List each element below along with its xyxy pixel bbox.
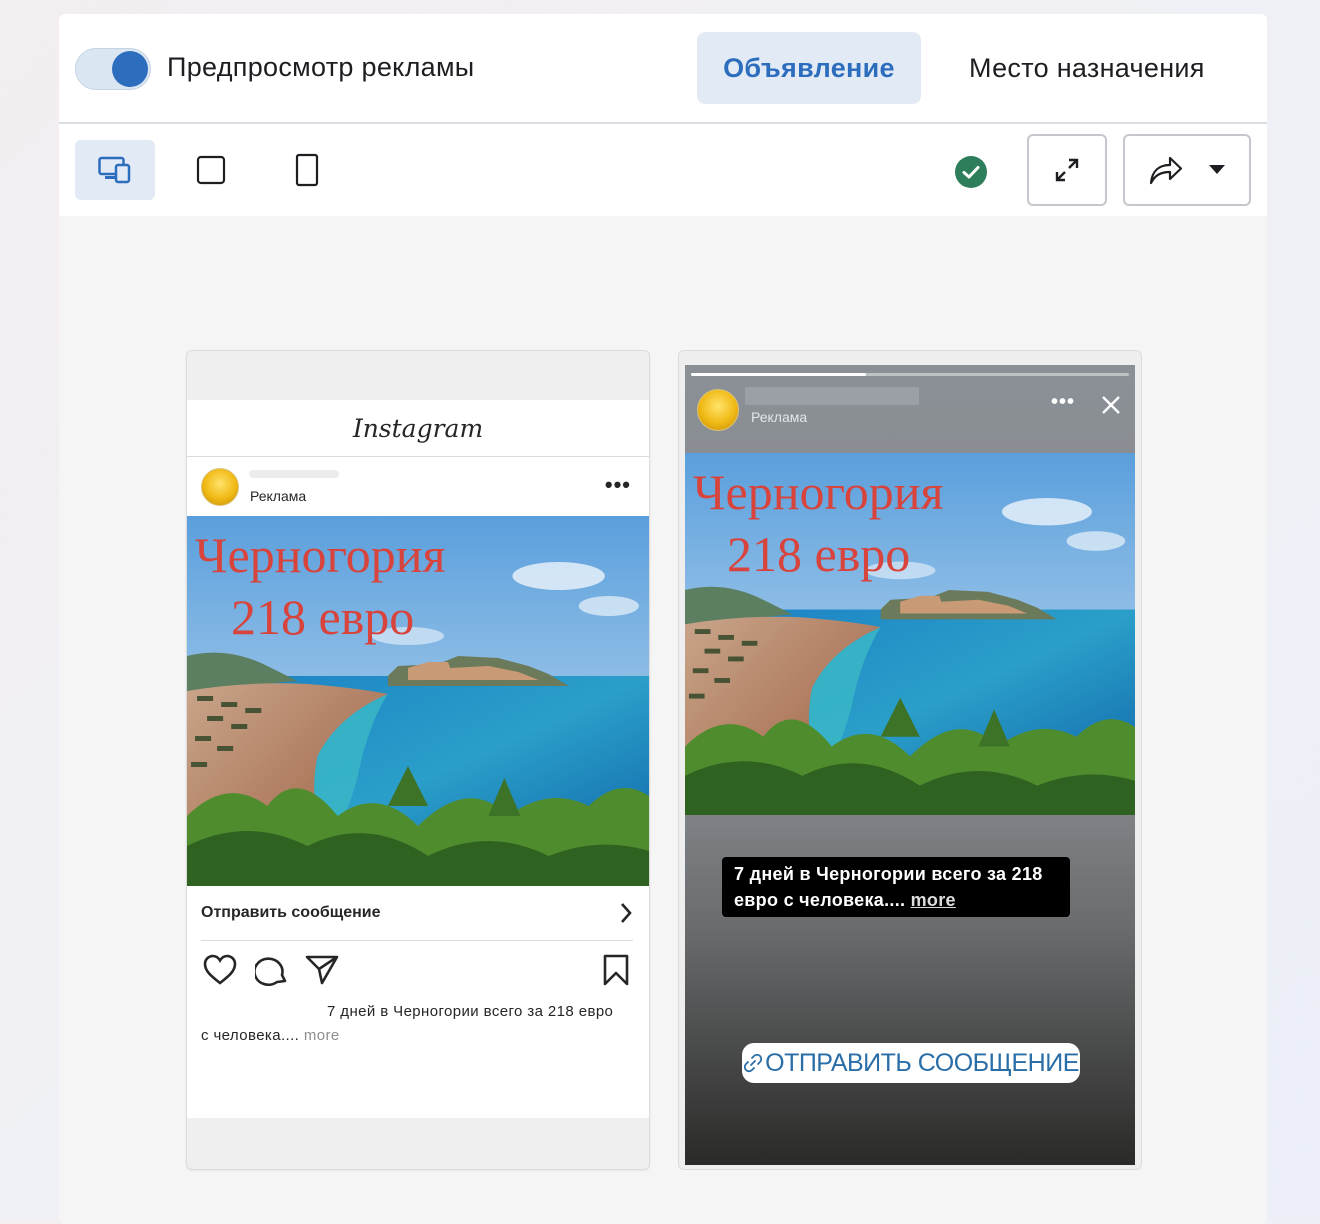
expand-icon xyxy=(1055,158,1079,182)
username-redacted xyxy=(745,387,919,405)
more-options-icon[interactable]: ••• xyxy=(605,472,631,498)
more-options-icon[interactable]: ••• xyxy=(1051,391,1075,414)
tab-ad[interactable]: Объявление xyxy=(697,32,921,104)
story-progress-fill xyxy=(691,373,867,376)
caption-text: 7 дней в Черногории всего за 218 евро с … xyxy=(734,864,1043,910)
toggle-knob xyxy=(112,51,148,87)
tab-destination[interactable]: Место назначения xyxy=(949,32,1225,104)
avatar xyxy=(201,468,239,506)
cta-label: Отправить сообщение xyxy=(201,904,381,921)
status-indicator xyxy=(947,148,995,196)
close-icon[interactable] xyxy=(1101,395,1121,415)
ad-image-title: Черногория xyxy=(693,464,944,520)
cta-row[interactable]: Отправить сообщение xyxy=(201,886,633,941)
instagram-logo: Instagram xyxy=(352,413,484,443)
feed-post: Instagram Реклама ••• Черногория 218 евр… xyxy=(187,400,649,1118)
devices-icon xyxy=(98,156,131,184)
expand-button[interactable] xyxy=(1027,134,1107,206)
heart-icon[interactable] xyxy=(203,954,237,986)
comment-icon[interactable] xyxy=(255,954,289,986)
ad-image-title: Черногория xyxy=(195,527,446,583)
feed-format-button[interactable] xyxy=(179,140,243,200)
sponsored-label: Реклама xyxy=(751,409,808,425)
username-redacted xyxy=(249,470,339,478)
story-format-button[interactable] xyxy=(275,140,339,200)
instagram-header: Instagram xyxy=(187,400,649,457)
post-actions xyxy=(201,954,633,990)
instagram-feed-preview: Instagram Реклама ••• Черногория 218 евр… xyxy=(186,350,650,1170)
share-icon xyxy=(1149,156,1183,185)
sponsored-label: Реклама xyxy=(250,488,307,504)
ad-preview-label: Предпросмотр рекламы xyxy=(167,52,475,82)
story-cta-button[interactable]: ОТПРАВИТЬ СООБЩЕНИЕ xyxy=(742,1043,1080,1083)
more-link[interactable]: more xyxy=(911,890,956,910)
avatar xyxy=(697,389,739,431)
instagram-story-preview: Реклама ••• Черногория 218 евро 7 дней в… xyxy=(678,350,1142,1170)
ad-image-price: 218 евро xyxy=(231,589,415,645)
chevron-right-icon xyxy=(621,903,632,923)
ad-image: Черногория 218 евро xyxy=(685,453,1135,815)
caret-down-icon xyxy=(1209,165,1225,174)
post-caption: 7 дней в Черногории всего за 218 евро с … xyxy=(201,1000,621,1048)
ad-image: Черногория 218 евро xyxy=(187,516,649,886)
share-dropdown-button[interactable] xyxy=(1123,134,1251,206)
preview-toolbar xyxy=(59,124,1267,216)
caption-text: 7 дней в Черногории всего за 218 евро с … xyxy=(201,1003,614,1044)
ad-preview-panel: Предпросмотр рекламы Объявление Место на… xyxy=(59,14,1267,1224)
bookmark-icon[interactable] xyxy=(603,954,629,986)
story-caption: 7 дней в Черногории всего за 218 евро с … xyxy=(722,857,1070,917)
ad-image-price: 218 евро xyxy=(727,526,911,582)
story-frame: Реклама ••• Черногория 218 евро 7 дней в… xyxy=(685,365,1135,1165)
preview-header: Предпросмотр рекламы Объявление Место на… xyxy=(59,14,1267,124)
check-circle-icon xyxy=(955,156,987,188)
square-icon xyxy=(196,155,226,185)
all-placements-button[interactable] xyxy=(75,140,155,200)
link-icon xyxy=(743,1053,763,1073)
ad-preview-toggle[interactable] xyxy=(75,48,151,90)
more-link[interactable]: more xyxy=(304,1027,340,1044)
send-icon[interactable] xyxy=(305,954,339,986)
story-progress-bar xyxy=(691,373,1129,376)
cta-label: ОТПРАВИТЬ СООБЩЕНИЕ xyxy=(765,1048,1079,1077)
phone-icon xyxy=(295,153,319,187)
post-header: Реклама ••• xyxy=(187,458,649,516)
